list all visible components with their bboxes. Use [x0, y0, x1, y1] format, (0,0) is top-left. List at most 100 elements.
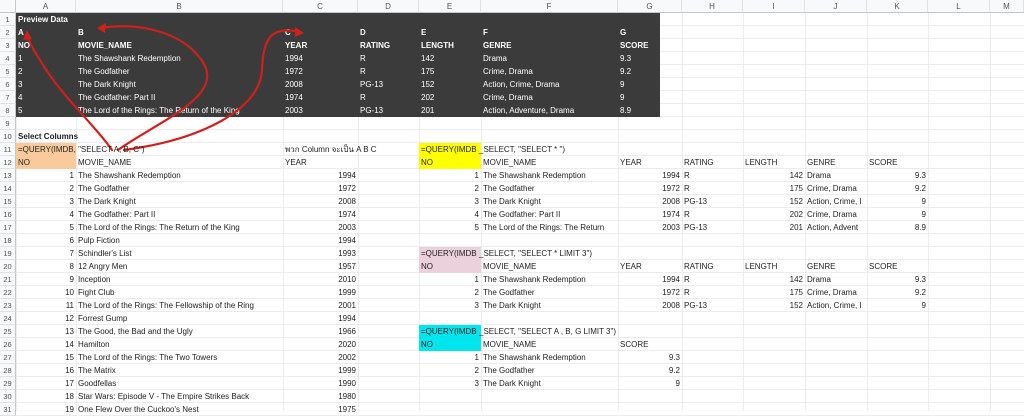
query_all-header-cell[interactable]: GENRE	[805, 156, 867, 169]
query_all-data-cell[interactable]: 152	[743, 195, 805, 208]
column-header-c[interactable]: C	[283, 0, 358, 13]
preview-data-cell[interactable]: The Dark Knight	[76, 78, 138, 91]
select-movie-cell[interactable]: Fight Club	[76, 286, 283, 299]
query_limit-data-cell[interactable]: 152	[743, 299, 805, 312]
query_all-data-cell[interactable]: Crime, Drama	[805, 182, 867, 195]
column-header-l[interactable]: L	[928, 0, 990, 13]
query_limit-header-cell[interactable]: GENRE	[805, 260, 867, 273]
query_all-data-cell[interactable]: R	[682, 182, 743, 195]
preview-letter-cell[interactable]: F	[481, 26, 618, 39]
query_abg-data-cell[interactable]: 9.3	[618, 351, 682, 364]
query_all-data-cell[interactable]: Action, Advent	[805, 221, 867, 234]
select-movie-cell[interactable]: Goodfellas	[76, 377, 283, 390]
query_all-data-cell[interactable]: 9.2	[867, 182, 928, 195]
select-no-cell[interactable]: 16	[16, 364, 76, 377]
preview-data-cell[interactable]: 2008	[283, 78, 358, 91]
row-header-14[interactable]: 14	[0, 182, 16, 195]
query_all-data-cell[interactable]: Crime, Drama	[805, 208, 867, 221]
spreadsheet-grid[interactable]: A B C D E F G H I J K L M 1 2 3 4 5 6 7 8 9 10 11 12 13 14 15 16 17 18…	[0, 0, 1024, 416]
preview-data-cell[interactable]: 5	[16, 104, 76, 117]
query_limit-data-cell[interactable]: 9	[867, 299, 928, 312]
preview-header-cell[interactable]: YEAR	[283, 39, 358, 52]
select-movie-cell[interactable]: The Godfather: Part II	[76, 208, 283, 221]
query_abg-data-cell[interactable]: 9	[618, 377, 682, 390]
row-header-24[interactable]: 24	[0, 312, 16, 325]
select-year-cell[interactable]: 1994	[283, 169, 358, 182]
column-header-h[interactable]: H	[682, 0, 743, 13]
query_all-data-cell[interactable]: 1	[419, 169, 481, 182]
select-no-cell[interactable]: 10	[16, 286, 76, 299]
preview-data-cell[interactable]: PG-13	[358, 104, 419, 117]
query_abg-data-cell[interactable]: 3	[419, 377, 481, 390]
select-no-cell[interactable]: 1	[16, 169, 76, 182]
query_all-data-cell[interactable]: 8.9	[867, 221, 928, 234]
select-no-cell[interactable]: 15	[16, 351, 76, 364]
query_limit-data-cell[interactable]: 1972	[618, 286, 682, 299]
query_limit-data-cell[interactable]: 3	[419, 299, 481, 312]
query_all-data-cell[interactable]: 1972	[618, 182, 682, 195]
preview-data-cell[interactable]: R	[358, 91, 419, 104]
preview-data-cell[interactable]: 142	[419, 52, 481, 65]
select-year-cell[interactable]: 2020	[283, 338, 358, 351]
query_all-header-cell[interactable]: SCORE	[867, 156, 928, 169]
column-header-d[interactable]: D	[358, 0, 419, 13]
query_all-data-cell[interactable]: 9.3	[867, 169, 928, 182]
row-header-5[interactable]: 5	[0, 65, 16, 78]
thai-note[interactable]: พวก Column จะเป็น A B C	[283, 143, 379, 156]
query_abg-formula-text[interactable]: _SELECT, "SELECT A , B, G LIMIT 3")	[479, 325, 616, 338]
row-header-1[interactable]: 1	[0, 13, 16, 26]
query_limit-data-cell[interactable]: 2008	[618, 299, 682, 312]
column-header-f[interactable]: F	[481, 0, 618, 13]
preview-letter-cell[interactable]: A	[16, 26, 76, 39]
row-header-3[interactable]: 3	[0, 39, 16, 52]
row-header-13[interactable]: 13	[0, 169, 16, 182]
preview-header-cell[interactable]: SCORE	[618, 39, 682, 52]
select-year-cell[interactable]: 1957	[283, 260, 358, 273]
row-header-18[interactable]: 18	[0, 234, 16, 247]
preview-title[interactable]: Preview Data	[16, 13, 70, 26]
query_abg-data-cell[interactable]: The Godfather	[481, 364, 618, 377]
query_all-data-cell[interactable]: PG-13	[682, 195, 743, 208]
select-no-cell[interactable]: 4	[16, 208, 76, 221]
select-year-cell[interactable]: 1999	[283, 286, 358, 299]
select-movie-cell[interactable]: The Dark Knight	[76, 195, 283, 208]
query_all-data-cell[interactable]: 175	[743, 182, 805, 195]
query_all-data-cell[interactable]: R	[682, 208, 743, 221]
preview-data-cell[interactable]: 202	[419, 91, 481, 104]
query_abg-data-cell[interactable]: 2	[419, 364, 481, 377]
select-no-cell[interactable]: 9	[16, 273, 76, 286]
select-year-cell[interactable]: 2008	[283, 195, 358, 208]
query_all-data-cell[interactable]: Drama	[805, 169, 867, 182]
row-header-23[interactable]: 23	[0, 299, 16, 312]
row-header-21[interactable]: 21	[0, 273, 16, 286]
query_all-header-cell[interactable]: MOVIE_NAME	[481, 156, 618, 169]
select-header-cell[interactable]: YEAR	[283, 156, 358, 169]
preview-letter-cell[interactable]: E	[419, 26, 481, 39]
preview-data-cell[interactable]: 9.3	[618, 52, 682, 65]
preview-data-cell[interactable]: 9.2	[618, 65, 682, 78]
select-movie-cell[interactable]: Inception	[76, 273, 283, 286]
select-movie-cell[interactable]: The Good, the Bad and the Ugly	[76, 325, 283, 338]
query_all-data-cell[interactable]: 201	[743, 221, 805, 234]
query_all-data-cell[interactable]: 5	[419, 221, 481, 234]
preview-data-cell[interactable]: 201	[419, 104, 481, 117]
query_all-header-cell[interactable]: NO	[419, 156, 481, 169]
select-year-cell[interactable]: 1974	[283, 208, 358, 221]
column-header-a[interactable]: A	[16, 0, 76, 13]
preview-data-cell[interactable]: Drama	[481, 52, 618, 65]
query_all-data-cell[interactable]: 1994	[618, 169, 682, 182]
query_abg-header-cell[interactable]: MOVIE_NAME	[481, 338, 618, 351]
select-no-cell[interactable]: 13	[16, 325, 76, 338]
preview-data-cell[interactable]: 152	[419, 78, 481, 91]
select-movie-cell[interactable]: Star Wars: Episode V - The Empire Strike…	[76, 390, 283, 403]
query_all-data-cell[interactable]: 2	[419, 182, 481, 195]
select-year-cell[interactable]: 2001	[283, 299, 358, 312]
select-year-cell[interactable]: 2002	[283, 351, 358, 364]
preview-header-cell[interactable]: MOVIE_NAME	[76, 39, 283, 52]
row-header-6[interactable]: 6	[0, 78, 16, 91]
preview-letter-cell[interactable]: G	[618, 26, 682, 39]
query_limit-header-cell[interactable]: MOVIE_NAME	[481, 260, 618, 273]
row-header-10[interactable]: 10	[0, 130, 16, 143]
preview-header-cell[interactable]: NO	[16, 39, 76, 52]
query_all-data-cell[interactable]: The Shawshank Redemption	[481, 169, 618, 182]
